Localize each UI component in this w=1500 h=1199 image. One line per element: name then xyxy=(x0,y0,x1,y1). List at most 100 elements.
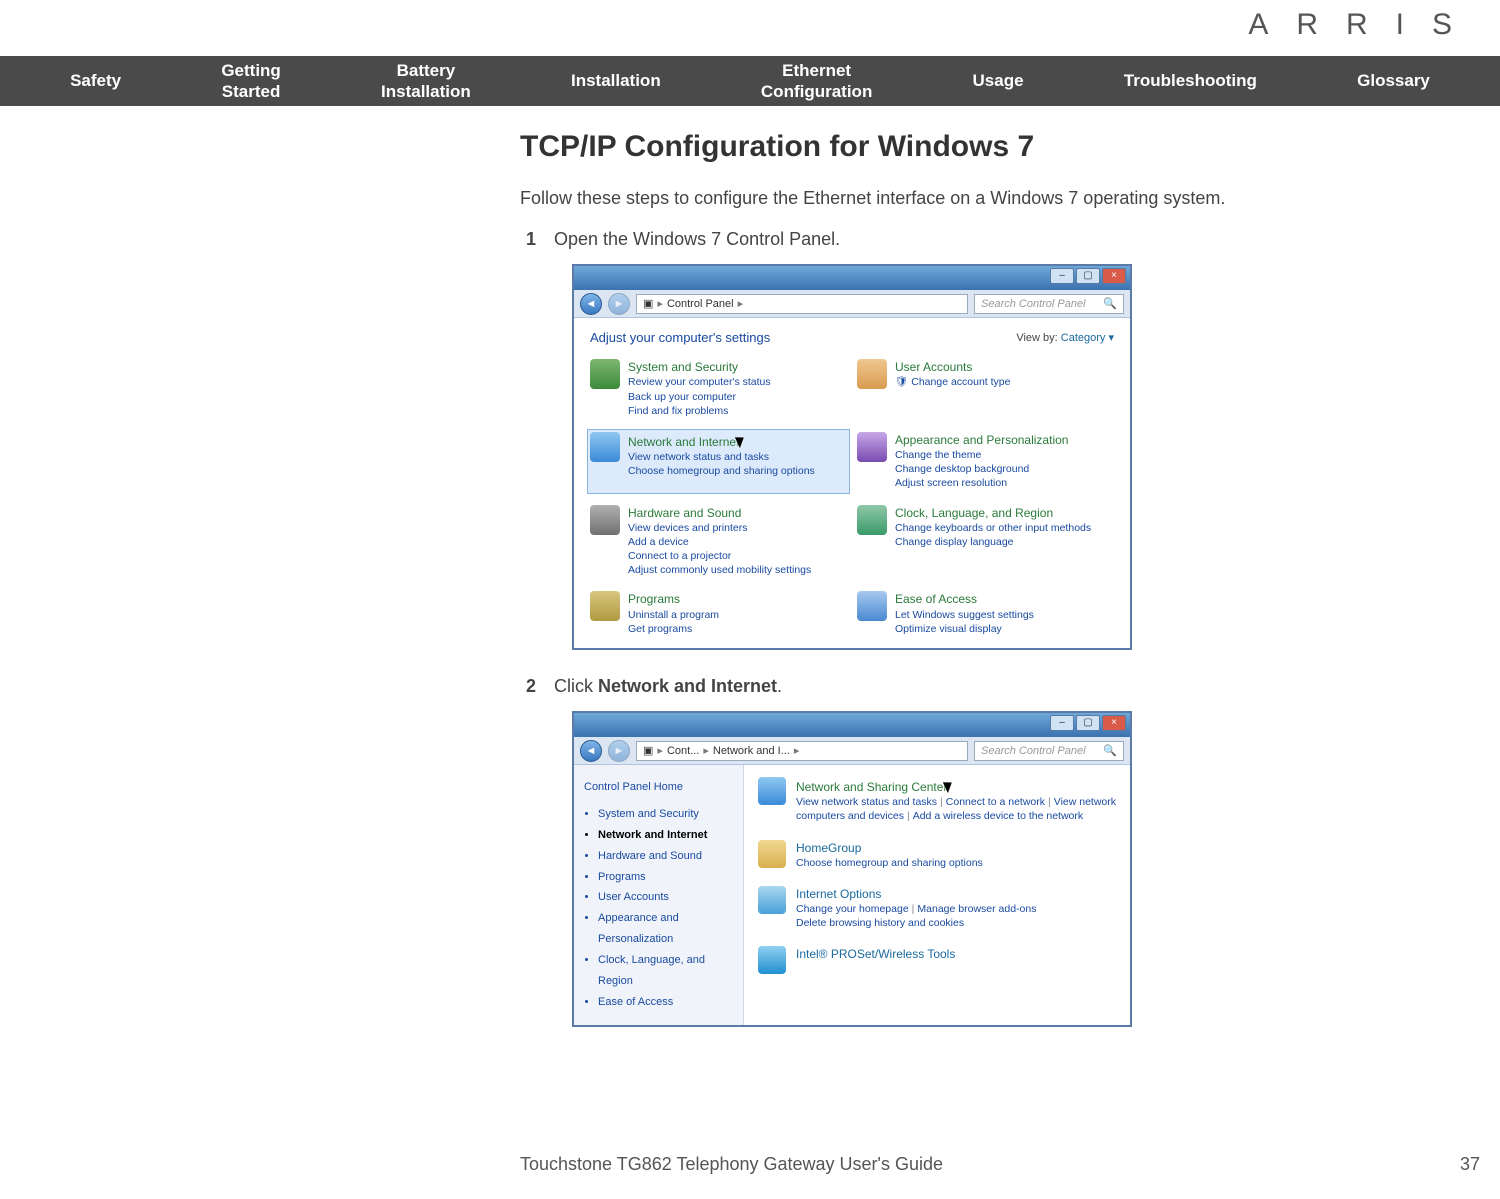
page-footer: Touchstone TG862 Telephony Gateway User'… xyxy=(520,1154,1480,1175)
category-heading: User Accounts xyxy=(895,359,1011,375)
window-titlebar: – ▢ × xyxy=(574,713,1130,737)
intro-text: Follow these steps to configure the Ethe… xyxy=(520,186,1480,211)
category-item[interactable]: Hardware and SoundView devices and print… xyxy=(590,505,847,578)
sidebar-item[interactable]: Hardware and Sound xyxy=(598,846,733,867)
panel-sublinks[interactable]: Delete browsing history and cookies xyxy=(796,916,1036,930)
wifi-icon xyxy=(758,946,786,974)
category-sublink[interactable]: Change the theme xyxy=(895,448,1068,462)
category-item[interactable]: ProgramsUninstall a programGet programs xyxy=(590,591,847,636)
category-sublink[interactable]: Get programs xyxy=(628,622,719,636)
sys-icon xyxy=(590,359,620,389)
category-sublink[interactable]: Uninstall a program xyxy=(628,608,719,622)
category-sublink[interactable]: Review your computer's status xyxy=(628,375,771,389)
crumb-control-panel: Control Panel xyxy=(667,298,734,310)
category-item[interactable]: Network and InternetView network status … xyxy=(587,429,850,494)
panel-sublinks[interactable]: Choose homegroup and sharing options xyxy=(796,856,983,870)
panel-sublinks[interactable]: View network status and tasks|Connect to… xyxy=(796,795,1116,823)
nav-battery-installation[interactable]: Battery Installation xyxy=(381,60,471,103)
category-sublink[interactable]: Back up your computer xyxy=(628,390,771,404)
sidebar-item[interactable]: Network and Internet xyxy=(598,825,733,846)
category-sublink[interactable]: Change keyboards or other input methods xyxy=(895,521,1091,535)
maximize-button[interactable]: ▢ xyxy=(1076,268,1100,284)
nav-getting-started[interactable]: Getting Started xyxy=(221,60,281,103)
category-item[interactable]: Appearance and PersonalizationChange the… xyxy=(857,432,1114,491)
close-button[interactable]: × xyxy=(1102,268,1126,284)
footer-page-number: 37 xyxy=(1460,1154,1480,1175)
panel-item[interactable]: Intel® PROSet/Wireless Tools xyxy=(758,946,1116,974)
category-sublink[interactable]: Let Windows suggest settings xyxy=(895,608,1034,622)
category-sublink[interactable]: Change desktop background xyxy=(895,462,1068,476)
category-sublink[interactable]: Choose homegroup and sharing options xyxy=(628,464,815,478)
category-sublink[interactable]: Change display language xyxy=(895,535,1091,549)
category-item[interactable]: User Accounts🛡 Change account type xyxy=(857,359,1114,418)
category-sublink[interactable]: View devices and printers xyxy=(628,521,811,535)
panel-sublinks[interactable]: Change your homepage|Manage browser add-… xyxy=(796,902,1036,916)
home-icon xyxy=(758,840,786,868)
panel-item[interactable]: Internet OptionsChange your homepage|Man… xyxy=(758,886,1116,931)
close-button[interactable]: × xyxy=(1102,715,1126,731)
search-input[interactable]: Search Control Panel 🔍 xyxy=(974,741,1124,761)
sidebar-item[interactable]: Appearance and Personalization xyxy=(598,908,733,950)
category-sublink[interactable]: Find and fix problems xyxy=(628,404,771,418)
category-heading: Network and Internet xyxy=(628,432,815,450)
category-sublink[interactable]: 🛡 Change account type xyxy=(895,375,1011,389)
category-heading: Clock, Language, and Region xyxy=(895,505,1091,521)
panel-heading: Internet Options xyxy=(796,886,1036,902)
cursor-icon xyxy=(737,435,749,449)
search-placeholder: Search Control Panel xyxy=(981,745,1086,757)
category-sublink[interactable]: Add a device xyxy=(628,535,811,549)
forward-button[interactable]: ► xyxy=(608,740,630,762)
panel-heading: Intel® PROSet/Wireless Tools xyxy=(796,946,955,962)
nav-ethernet-l1: Ethernet xyxy=(782,61,851,80)
search-input[interactable]: Search Control Panel 🔍 xyxy=(974,294,1124,314)
search-placeholder: Search Control Panel xyxy=(981,298,1086,310)
adjust-heading: Adjust your computer's settings xyxy=(590,330,770,345)
category-heading: System and Security xyxy=(628,359,771,375)
sidebar-home[interactable]: Control Panel Home xyxy=(584,777,733,798)
step-2-pre: Click xyxy=(554,676,598,696)
window-titlebar: – ▢ × xyxy=(574,266,1130,290)
panel-item[interactable]: HomeGroupChoose homegroup and sharing op… xyxy=(758,840,1116,870)
minimize-button[interactable]: – xyxy=(1050,715,1074,731)
category-sublink[interactable]: Optimize visual display xyxy=(895,622,1034,636)
category-item[interactable]: System and SecurityReview your computer'… xyxy=(590,359,847,418)
app-icon xyxy=(857,432,887,462)
primary-nav: Safety Getting Started Battery Installat… xyxy=(0,56,1500,106)
main-content: TCP/IP Configuration for Windows 7 Follo… xyxy=(520,130,1480,1053)
sidebar-item[interactable]: Clock, Language, and Region xyxy=(598,950,733,992)
breadcrumb[interactable]: ▣ ▸ Control Panel ▸ xyxy=(636,294,968,314)
sidebar-item[interactable]: System and Security xyxy=(598,804,733,825)
sidebar-item[interactable]: Ease of Access xyxy=(598,992,733,1013)
nav-troubleshooting[interactable]: Troubleshooting xyxy=(1124,70,1257,91)
category-sublink[interactable]: Adjust commonly used mobility settings xyxy=(628,563,811,577)
breadcrumb[interactable]: ▣ ▸ Cont... ▸ Network and I... ▸ xyxy=(636,741,968,761)
panel-item[interactable]: Network and Sharing CenterView network s… xyxy=(758,777,1116,824)
category-sublink[interactable]: Adjust screen resolution xyxy=(895,476,1068,490)
screenshot-control-panel: – ▢ × ◄ ► ▣ ▸ Control Panel ▸ Search Con… xyxy=(572,264,1132,650)
category-heading: Hardware and Sound xyxy=(628,505,811,521)
viewby-dropdown[interactable]: Category ▾ xyxy=(1061,332,1114,344)
prog-icon xyxy=(590,591,620,621)
footer-title: Touchstone TG862 Telephony Gateway User'… xyxy=(520,1154,943,1175)
sidebar-item[interactable]: User Accounts xyxy=(598,887,733,908)
nav-glossary[interactable]: Glossary xyxy=(1357,70,1430,91)
step-2-number: 2 xyxy=(520,676,554,697)
back-button[interactable]: ◄ xyxy=(580,740,602,762)
category-item[interactable]: Clock, Language, and RegionChange keyboa… xyxy=(857,505,1114,578)
nav-ethernet-l2: Configuration xyxy=(761,82,872,101)
forward-button[interactable]: ► xyxy=(608,293,630,315)
minimize-button[interactable]: – xyxy=(1050,268,1074,284)
category-item[interactable]: Ease of AccessLet Windows suggest settin… xyxy=(857,591,1114,636)
search-icon: 🔍 xyxy=(1103,297,1117,310)
page-title: TCP/IP Configuration for Windows 7 xyxy=(520,130,1480,164)
category-sublink[interactable]: View network status and tasks xyxy=(628,450,815,464)
maximize-button[interactable]: ▢ xyxy=(1076,715,1100,731)
back-button[interactable]: ◄ xyxy=(580,293,602,315)
nav-ethernet-configuration[interactable]: Ethernet Configuration xyxy=(761,60,872,103)
sidebar-item[interactable]: Programs xyxy=(598,867,733,888)
nav-installation[interactable]: Installation xyxy=(571,70,661,91)
category-sublink[interactable]: Connect to a projector xyxy=(628,549,811,563)
viewby-label: View by: xyxy=(1016,332,1057,344)
nav-safety[interactable]: Safety xyxy=(70,70,121,91)
nav-usage[interactable]: Usage xyxy=(973,70,1024,91)
